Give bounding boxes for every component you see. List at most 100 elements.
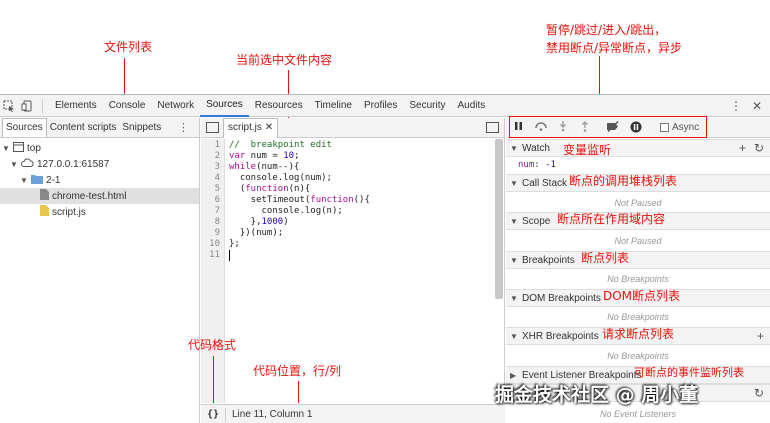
collapse-triangle-icon: ▶	[510, 370, 517, 380]
line-number[interactable]: 9	[215, 228, 220, 238]
watch-pane-header[interactable]: ▼ Watch + ↻	[506, 139, 770, 157]
expand-triangle-icon: ▼	[510, 293, 518, 303]
inspect-element-icon[interactable]	[0, 97, 18, 115]
code-line: };	[229, 239, 240, 249]
call-stack-placeholder: Not Paused	[614, 198, 662, 208]
line-number[interactable]: 6	[215, 195, 220, 205]
editor-scrollbar[interactable]	[495, 139, 503, 299]
code-line: // breakpoint edit	[229, 140, 332, 150]
line-number[interactable]: 10	[209, 239, 220, 249]
tab-sources[interactable]: Sources	[200, 95, 249, 117]
tab-resources[interactable]: Resources	[249, 95, 309, 117]
tree-item-label: script.js	[52, 206, 86, 218]
annotation-scope: 断点所在作用域内容	[557, 212, 666, 226]
tab-elements[interactable]: Elements	[49, 95, 103, 117]
tree-item-host[interactable]: ▼ 127.0.0.1:61587	[10, 156, 109, 172]
annotation-dom-breakpoints: DOM断点列表	[603, 289, 681, 303]
annotation-call-stack: 断点的调用堆栈列表	[569, 174, 678, 188]
annotation-controls-line1: 暂停/跳过/进入/跳出，	[546, 23, 667, 37]
more-tabs-icon[interactable]: ⋮	[178, 121, 189, 134]
watch-value: -1	[545, 160, 556, 170]
watch-expression[interactable]: num: -1	[518, 160, 556, 170]
breakpoints-pane-header[interactable]: ▼ Breakpoints	[506, 251, 770, 269]
tree-item-chrome-test-html[interactable]: chrome-test.html	[0, 188, 199, 204]
editor-tabs: script.js ✕	[201, 118, 504, 138]
line-number[interactable]: 2	[215, 151, 220, 161]
close-tab-icon[interactable]: ✕	[265, 122, 273, 133]
annotation-highlight-box	[509, 116, 707, 138]
code-line: var num = 10;	[229, 151, 300, 161]
more-options-icon[interactable]: ⋮	[730, 99, 742, 113]
toggle-debugger-icon[interactable]	[486, 122, 499, 133]
tree-item-script-js[interactable]: script.js	[40, 204, 86, 220]
line-number[interactable]: 5	[215, 184, 220, 194]
watermark: 掘金技术社区 @ 周小董	[495, 384, 699, 406]
code-line: console.log(num);	[229, 173, 332, 183]
line-number[interactable]: 4	[215, 173, 220, 183]
text-cursor	[229, 250, 230, 261]
pretty-print-button[interactable]: {}	[201, 409, 225, 420]
navigator-tabs: Sources Content scripts Snippets ⋮	[0, 118, 199, 138]
nav-tab-sources[interactable]: Sources	[2, 118, 47, 137]
add-xhr-breakpoint-icon[interactable]: +	[757, 329, 764, 343]
annotation-current-file: 当前选中文件内容	[236, 53, 333, 67]
pane-title: XHR Breakpoints	[522, 330, 599, 342]
main-toolbar: Elements Console Network Sources Resourc…	[0, 95, 770, 117]
code-line: },1000)	[229, 217, 289, 227]
navigator-panel: Sources Content scripts Snippets ⋮ ▼ top…	[0, 118, 200, 423]
editor-tab-label: script.js	[228, 122, 262, 133]
annotation-pointer	[298, 381, 299, 403]
annotation-file-list: 文件列表	[104, 40, 153, 54]
code-area[interactable]: 1 2 3 4 5 6 7 8 9 10 11 // breakpoint ed…	[201, 139, 505, 403]
tab-timeline[interactable]: Timeline	[309, 95, 358, 117]
tree-item-label: 127.0.0.1:61587	[37, 158, 110, 170]
tree-item-folder[interactable]: ▼ 2-1	[20, 172, 60, 188]
breakpoints-placeholder: No Breakpoints	[607, 274, 669, 284]
close-icon[interactable]: ✕	[752, 99, 762, 113]
code-line: console.log(n);	[229, 206, 343, 216]
tab-security[interactable]: Security	[403, 95, 451, 117]
code-line: while(num--){	[229, 162, 300, 172]
editor-tab-script-js[interactable]: script.js ✕	[223, 118, 279, 138]
refresh-icon[interactable]: ↻	[754, 386, 764, 400]
pane-title: Scope	[522, 215, 551, 227]
line-number[interactable]: 8	[215, 217, 220, 227]
watch-expr: num	[518, 160, 535, 170]
nav-tab-snippets[interactable]: Snippets	[119, 118, 164, 138]
annotation-code-position: 代码位置，行/列	[253, 364, 342, 378]
tree-item-label: top	[27, 142, 41, 154]
dom-breakpoints-placeholder: No Breakpoints	[607, 312, 669, 322]
toggle-navigator-icon[interactable]	[206, 122, 219, 133]
js-file-icon	[40, 205, 49, 219]
annotation-pointer	[124, 58, 125, 94]
pane-title: Call Stack	[522, 177, 568, 189]
add-watch-icon[interactable]: +	[739, 141, 746, 155]
annotation-breakpoints: 断点列表	[581, 251, 630, 265]
tab-console[interactable]: Console	[103, 95, 152, 117]
file-icon	[40, 189, 49, 203]
code-line: setTimeout(function(){	[229, 195, 370, 205]
expand-triangle-icon: ▼	[510, 331, 518, 341]
expand-triangle-icon: ▼	[510, 178, 518, 188]
annotation-watch: 变量监听	[563, 143, 612, 157]
pane-title: Watch	[522, 142, 550, 154]
code-line: (function(n){	[229, 184, 311, 194]
nav-tab-content-scripts[interactable]: Content scripts	[47, 118, 120, 138]
refresh-icon[interactable]: ↻	[754, 141, 764, 155]
frame-icon	[13, 141, 24, 155]
cloud-icon	[21, 158, 34, 170]
line-number[interactable]: 1	[215, 140, 220, 150]
code-line: })(num);	[229, 228, 284, 238]
tree-item-top[interactable]: ▼ top	[2, 140, 41, 156]
tab-audits[interactable]: Audits	[451, 95, 491, 117]
device-mode-icon[interactable]	[18, 97, 36, 115]
annotation-event-listeners: 可断点的事件监听列表	[634, 366, 744, 379]
expand-triangle-icon: ▼	[20, 175, 28, 185]
tab-profiles[interactable]: Profiles	[358, 95, 403, 117]
line-number[interactable]: 3	[215, 162, 220, 172]
line-number[interactable]: 11	[209, 250, 220, 260]
line-number[interactable]: 7	[215, 206, 220, 216]
tab-network[interactable]: Network	[151, 95, 200, 117]
expand-triangle-icon: ▼	[510, 143, 518, 153]
xhr-breakpoints-placeholder: No Breakpoints	[607, 351, 669, 361]
